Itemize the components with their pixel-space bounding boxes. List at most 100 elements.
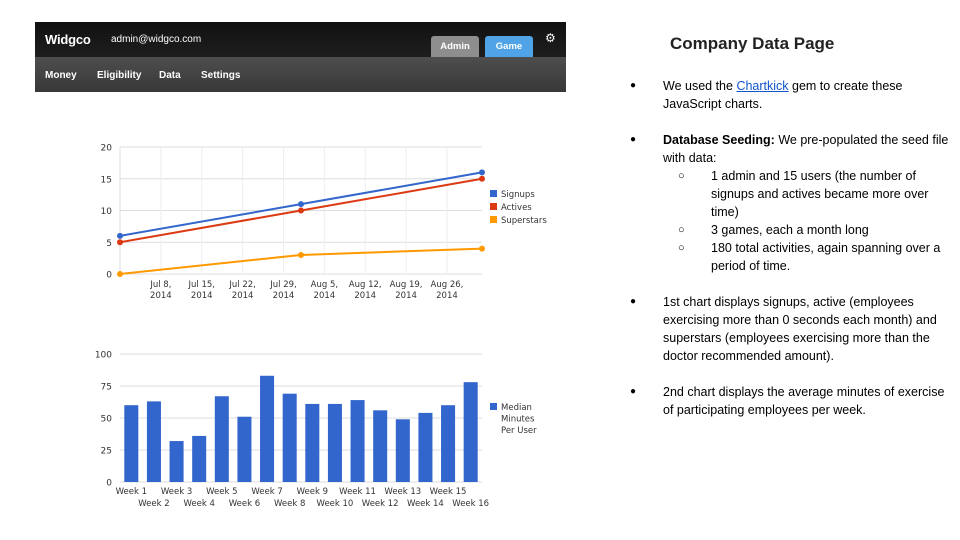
x-tick-label: Week 6 xyxy=(229,499,260,509)
legend-swatch xyxy=(490,190,497,197)
bar xyxy=(237,416,252,482)
x-tick-label: Week 3 xyxy=(161,487,192,497)
y-tick-label: 100 xyxy=(95,351,112,361)
y-tick-label: 0 xyxy=(106,479,112,489)
sub-text: 1 admin and 15 users (the number of sign… xyxy=(711,169,929,219)
x-tick-label-year: 2014 xyxy=(395,291,417,301)
bar xyxy=(463,382,478,482)
sub-list-item: ○ 180 total activities, again spanning ov… xyxy=(663,239,950,275)
x-tick-label: Week 10 xyxy=(317,499,354,509)
bar xyxy=(260,375,275,482)
y-tick-label: 50 xyxy=(101,415,113,425)
x-tick-label: Week 8 xyxy=(274,499,305,509)
x-tick-label-year: 2014 xyxy=(232,291,254,301)
notes-list: ● We used the Chartkick gem to create th… xyxy=(620,77,950,437)
bullet-icon: ● xyxy=(630,296,637,307)
x-tick-label: Week 16 xyxy=(452,499,489,509)
bullet-icon: ● xyxy=(630,80,637,91)
list-item: ● Database Seeding: We pre-populated the… xyxy=(620,131,950,275)
tab-admin[interactable]: Admin xyxy=(431,36,479,57)
x-tick-label: Aug 26, xyxy=(431,280,464,290)
bullet-icon: ● xyxy=(630,134,637,145)
nav-settings[interactable]: Settings xyxy=(201,70,240,81)
x-tick-label: Week 15 xyxy=(430,487,467,497)
nav-bar: Money Eligibility Data Settings xyxy=(35,57,566,92)
data-point-superstars xyxy=(298,251,304,258)
sub-text: 180 total activities, again spanning ove… xyxy=(711,241,941,273)
x-tick-label-year: 2014 xyxy=(191,291,213,301)
nav-data[interactable]: Data xyxy=(159,70,181,81)
y-tick-label: 15 xyxy=(101,175,112,185)
bar xyxy=(441,405,456,482)
nav-money[interactable]: Money xyxy=(45,70,77,81)
bar xyxy=(282,393,297,482)
note-text: 1st chart displays signups, active (empl… xyxy=(663,295,937,363)
x-tick-label-year: 2014 xyxy=(273,291,295,301)
gear-icon[interactable]: ⚙ xyxy=(545,31,556,45)
sub-list-item: ○ 1 admin and 15 users (the number of sig… xyxy=(663,167,950,221)
list-item: ● 1st chart displays signups, active (em… xyxy=(620,293,950,365)
x-tick-label: Aug 19, xyxy=(390,280,423,290)
bar xyxy=(395,419,410,482)
x-tick-label-year: 2014 xyxy=(314,291,336,301)
bar xyxy=(124,405,139,482)
x-tick-label: Week 4 xyxy=(183,499,214,509)
x-tick-label: Jul 29, xyxy=(269,280,296,290)
x-tick-label-year: 2014 xyxy=(436,291,458,301)
x-tick-label: Jul 15, xyxy=(187,280,214,290)
legend-label: Minutes xyxy=(501,415,535,425)
note-text: 2nd chart displays the average minutes o… xyxy=(663,385,945,417)
data-point-actives xyxy=(117,239,123,246)
bar xyxy=(214,396,229,482)
circle-bullet-icon: ○ xyxy=(678,224,685,236)
note-text: We used the xyxy=(663,79,737,93)
user-email[interactable]: admin@widgco.com xyxy=(111,34,201,45)
bar xyxy=(350,400,365,482)
sub-text: 3 games, each a month long xyxy=(711,223,869,237)
x-tick-label: Week 2 xyxy=(138,499,169,509)
brand-logo[interactable]: Widgco xyxy=(45,32,91,47)
legend-swatch xyxy=(490,203,497,210)
bullet-icon: ● xyxy=(630,386,637,397)
legend-label: Signups xyxy=(501,190,535,200)
legend-label: Per User xyxy=(501,426,537,436)
data-point-superstars xyxy=(479,245,485,252)
legend-swatch xyxy=(490,216,497,223)
x-tick-label: Week 5 xyxy=(206,487,237,497)
data-point-actives xyxy=(298,207,304,214)
bar xyxy=(327,403,342,482)
bar-chart: 0 25 50 75 100 Week 1 Week 2 Week 3 Week 4 Week 5… xyxy=(95,351,537,510)
data-point-signups xyxy=(117,232,123,239)
y-tick-label: 10 xyxy=(101,207,113,217)
legend-swatch xyxy=(490,403,497,410)
data-point-signups xyxy=(298,201,304,208)
data-point-superstars xyxy=(117,271,123,277)
tab-game[interactable]: Game xyxy=(485,36,533,57)
legend-label: Median xyxy=(501,403,532,413)
bar xyxy=(169,441,184,482)
x-tick-label: Week 13 xyxy=(384,487,421,497)
bar xyxy=(373,410,388,482)
note-heading: Database Seeding: xyxy=(663,133,775,147)
x-tick-label: Week 7 xyxy=(251,487,282,497)
bar xyxy=(146,401,161,482)
x-tick-label: Week 14 xyxy=(407,499,444,509)
nav-eligibility[interactable]: Eligibility xyxy=(97,70,141,81)
page-title: Company Data Page xyxy=(670,34,835,53)
list-item: ● We used the Chartkick gem to create th… xyxy=(620,77,950,113)
x-tick-label: Aug 12, xyxy=(349,280,382,290)
y-tick-label: 25 xyxy=(101,447,112,457)
x-tick-label: Week 12 xyxy=(362,499,399,509)
circle-bullet-icon: ○ xyxy=(678,170,685,182)
bar xyxy=(192,435,207,482)
x-tick-label: Week 9 xyxy=(297,487,328,497)
x-tick-label-year: 2014 xyxy=(150,291,172,301)
chartkick-link[interactable]: Chartkick xyxy=(736,79,788,93)
x-tick-label: Jul 8, xyxy=(149,280,171,290)
x-tick-label: Aug 5, xyxy=(311,280,338,290)
data-point-signups xyxy=(479,169,485,176)
line-chart: 05101520Jul 8,2014Jul 15,2014Jul 22,2014… xyxy=(101,144,548,302)
data-point-actives xyxy=(479,175,485,182)
list-item: ● 2nd chart displays the average minutes… xyxy=(620,383,950,419)
bar xyxy=(418,412,433,482)
